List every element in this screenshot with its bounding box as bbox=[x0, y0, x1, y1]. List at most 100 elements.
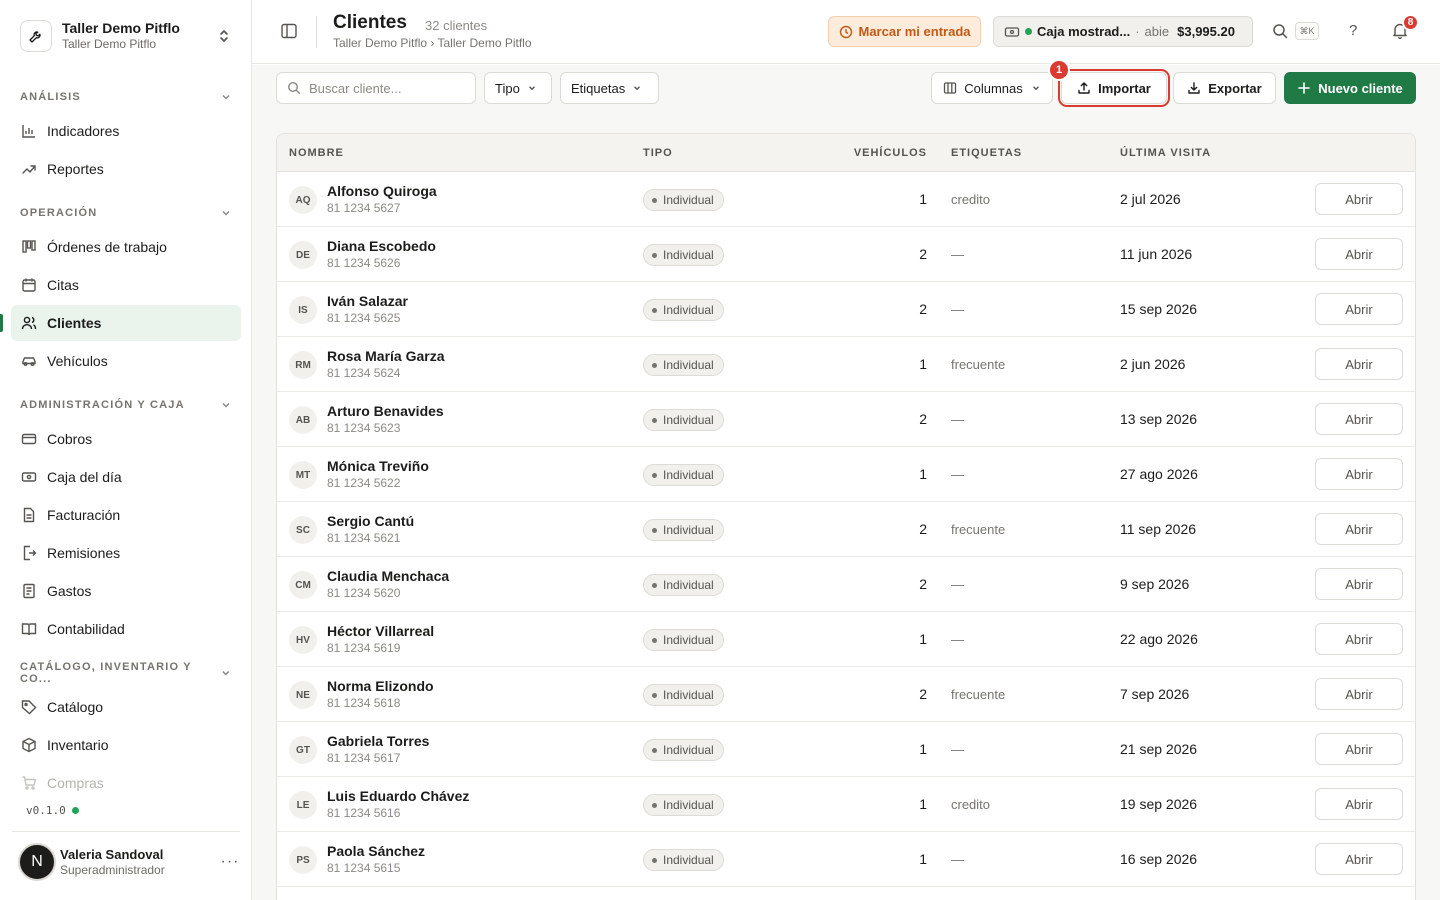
user-menu[interactable]: N Valeria Sandoval Superadministrador ··… bbox=[18, 842, 240, 882]
client-tags: credito bbox=[951, 192, 991, 207]
table-row[interactable]: AB Arturo Benavides 81 1234 5623 Individual… bbox=[277, 392, 1415, 447]
sidebar-item-facturacion[interactable]: Facturación bbox=[11, 497, 241, 533]
help-icon[interactable]: ? bbox=[1349, 22, 1357, 39]
open-button[interactable]: Abrir bbox=[1315, 513, 1403, 545]
client-name[interactable]: Héctor Villarreal bbox=[327, 623, 434, 639]
column-header-type[interactable]: TIPO bbox=[643, 147, 673, 159]
client-name[interactable]: Diana Escobedo bbox=[327, 238, 436, 254]
open-button[interactable]: Abrir bbox=[1315, 458, 1403, 490]
table-row[interactable]: RM Rosa María Garza 81 1234 5624 Individual… bbox=[277, 337, 1415, 392]
open-button[interactable]: Abrir bbox=[1315, 403, 1403, 435]
open-button[interactable]: Abrir bbox=[1315, 788, 1403, 820]
sidebar-item-caja[interactable]: Caja del día bbox=[11, 459, 241, 495]
sidebar-item-catalogo[interactable]: Catálogo bbox=[11, 689, 241, 725]
workspace-switcher[interactable]: Taller Demo Pitflo Taller Demo Pitflo bbox=[12, 12, 240, 60]
table-row[interactable]: PS Paola Sánchez 81 1234 5615 Individual 1 — 1… bbox=[277, 832, 1415, 887]
search-icon[interactable] bbox=[1272, 23, 1290, 41]
section-analisis[interactable]: ANÁLISIS bbox=[20, 89, 232, 105]
client-name[interactable]: Arturo Benavides bbox=[327, 403, 444, 419]
table-row[interactable]: NE Norma Elizondo 81 1234 5618 Individual 2 f… bbox=[277, 667, 1415, 722]
section-operacion[interactable]: OPERACIÓN bbox=[20, 205, 232, 221]
sidebar-item-vehiculos[interactable]: Vehículos bbox=[11, 343, 241, 379]
upload-icon bbox=[1078, 82, 1090, 94]
column-header-tags[interactable]: ETIQUETAS bbox=[951, 147, 1022, 159]
filter-tags-dropdown[interactable]: Etiquetas bbox=[560, 72, 659, 104]
table-row[interactable]: LE Luis Eduardo Chávez 81 1234 5616 Individ… bbox=[277, 777, 1415, 832]
sidebar-item-label: Gastos bbox=[47, 583, 92, 599]
vehicle-count: 2 bbox=[919, 411, 927, 427]
vehicle-count: 1 bbox=[919, 356, 927, 372]
client-name[interactable]: Rosa María Garza bbox=[327, 348, 445, 364]
sidebar-item-reportes[interactable]: Reportes bbox=[11, 151, 241, 187]
cash-register-selector[interactable]: Caja mostrad... · abie $3,995.20 bbox=[993, 16, 1253, 47]
new-client-button[interactable]: Nuevo cliente bbox=[1284, 72, 1416, 104]
search-field[interactable] bbox=[276, 72, 476, 104]
sidebar-item-ordenes[interactable]: Órdenes de trabajo bbox=[11, 229, 241, 265]
open-button[interactable]: Abrir bbox=[1315, 293, 1403, 325]
section-label: CATÁLOGO, INVENTARIO Y CO... bbox=[20, 661, 192, 685]
open-button[interactable]: Abrir bbox=[1315, 733, 1403, 765]
sidebar-item-cobros[interactable]: Cobros bbox=[11, 421, 241, 457]
sidebar-item-gastos[interactable]: Gastos bbox=[11, 573, 241, 609]
table-row[interactable]: HV Héctor Villarreal 81 1234 5619 Individua… bbox=[277, 612, 1415, 667]
table-row[interactable]: CM Claudia Menchaca 81 1234 5620 Individual… bbox=[277, 557, 1415, 612]
box-icon bbox=[20, 736, 38, 754]
open-button[interactable]: Abrir bbox=[1315, 348, 1403, 380]
export-button[interactable]: Exportar bbox=[1173, 72, 1276, 104]
book-icon bbox=[20, 620, 38, 638]
vehicle-count: 1 bbox=[919, 466, 927, 482]
search-input[interactable] bbox=[309, 80, 469, 96]
client-name[interactable]: Norma Elizondo bbox=[327, 678, 434, 694]
client-name[interactable]: Sergio Cantú bbox=[327, 513, 414, 529]
client-tags: — bbox=[951, 302, 964, 317]
section-catalogo[interactable]: CATÁLOGO, INVENTARIO Y CO... bbox=[20, 661, 232, 685]
client-name[interactable]: Alfonso Quiroga bbox=[327, 183, 437, 199]
avatar: CM bbox=[289, 571, 317, 599]
sidebar-item-indicadores[interactable]: Indicadores bbox=[11, 113, 241, 149]
column-header-last-visit[interactable]: ÚLTIMA VISITA bbox=[1120, 147, 1211, 159]
open-button[interactable]: Abrir bbox=[1315, 238, 1403, 270]
open-button[interactable]: Abrir bbox=[1315, 678, 1403, 710]
client-name[interactable]: Iván Salazar bbox=[327, 293, 408, 309]
client-phone: 81 1234 5623 bbox=[327, 421, 401, 435]
sidebar-item-citas[interactable]: Citas bbox=[11, 267, 241, 303]
sidebar-item-label: Órdenes de trabajo bbox=[47, 239, 167, 255]
client-name[interactable]: Claudia Menchaca bbox=[327, 568, 449, 584]
last-visit: 2 jun 2026 bbox=[1120, 356, 1186, 372]
table-row[interactable]: IS Iván Salazar 81 1234 5625 Individual 2 — 15… bbox=[277, 282, 1415, 337]
column-header-name[interactable]: NOMBRE bbox=[289, 147, 344, 159]
clock-icon bbox=[839, 25, 852, 38]
client-tags: — bbox=[951, 632, 964, 647]
column-header-vehicles[interactable]: VEHÍCULOS bbox=[837, 147, 927, 159]
open-button[interactable]: Abrir bbox=[1315, 843, 1403, 875]
filter-type-dropdown[interactable]: Tipo bbox=[484, 72, 552, 104]
sidebar-item-remisiones[interactable]: Remisiones bbox=[11, 535, 241, 571]
receipt-icon bbox=[20, 582, 38, 600]
section-administracion[interactable]: ADMINISTRACIÓN Y CAJA bbox=[20, 397, 232, 413]
sidebar-item-inventario[interactable]: Inventario bbox=[11, 727, 241, 763]
sidebar-item-label: Clientes bbox=[47, 315, 102, 331]
table-row[interactable]: SC Sergio Cantú 81 1234 5621 Individual 2 fre… bbox=[277, 502, 1415, 557]
table-row[interactable]: DE Diana Escobedo 81 1234 5626 Individual 2 —… bbox=[277, 227, 1415, 282]
avatar: IS bbox=[289, 296, 317, 324]
open-button[interactable]: Abrir bbox=[1315, 183, 1403, 215]
open-button[interactable]: Abrir bbox=[1315, 623, 1403, 655]
table-row[interactable]: GT Gabriela Torres 81 1234 5617 Individual 1… bbox=[277, 722, 1415, 777]
client-name[interactable]: Paola Sánchez bbox=[327, 843, 425, 859]
table-row[interactable]: AQ Alfonso Quiroga 81 1234 5627 Individual 1… bbox=[277, 172, 1415, 227]
open-button[interactable]: Abrir bbox=[1315, 568, 1403, 600]
notification-badge: 8 bbox=[1402, 14, 1419, 31]
sidebar-toggle-icon[interactable] bbox=[280, 22, 300, 42]
columns-button[interactable]: Columnas bbox=[931, 72, 1053, 104]
import-button[interactable]: Importar bbox=[1058, 69, 1170, 107]
table-row[interactable]: MT Mónica Treviño 81 1234 5622 Individual 1 —… bbox=[277, 447, 1415, 502]
clock-in-button[interactable]: Marcar mi entrada bbox=[828, 16, 981, 47]
sidebar-item-contabilidad[interactable]: Contabilidad bbox=[11, 611, 241, 647]
more-icon[interactable]: ··· bbox=[220, 853, 240, 871]
client-name[interactable]: Gabriela Torres bbox=[327, 733, 429, 749]
vehicle-count: 1 bbox=[919, 851, 927, 867]
client-name[interactable]: Mónica Treviño bbox=[327, 458, 429, 474]
client-name[interactable]: Luis Eduardo Chávez bbox=[327, 788, 469, 804]
sidebar-item-compras[interactable]: Compras bbox=[11, 765, 241, 801]
sidebar-item-clientes[interactable]: Clientes bbox=[11, 305, 241, 341]
